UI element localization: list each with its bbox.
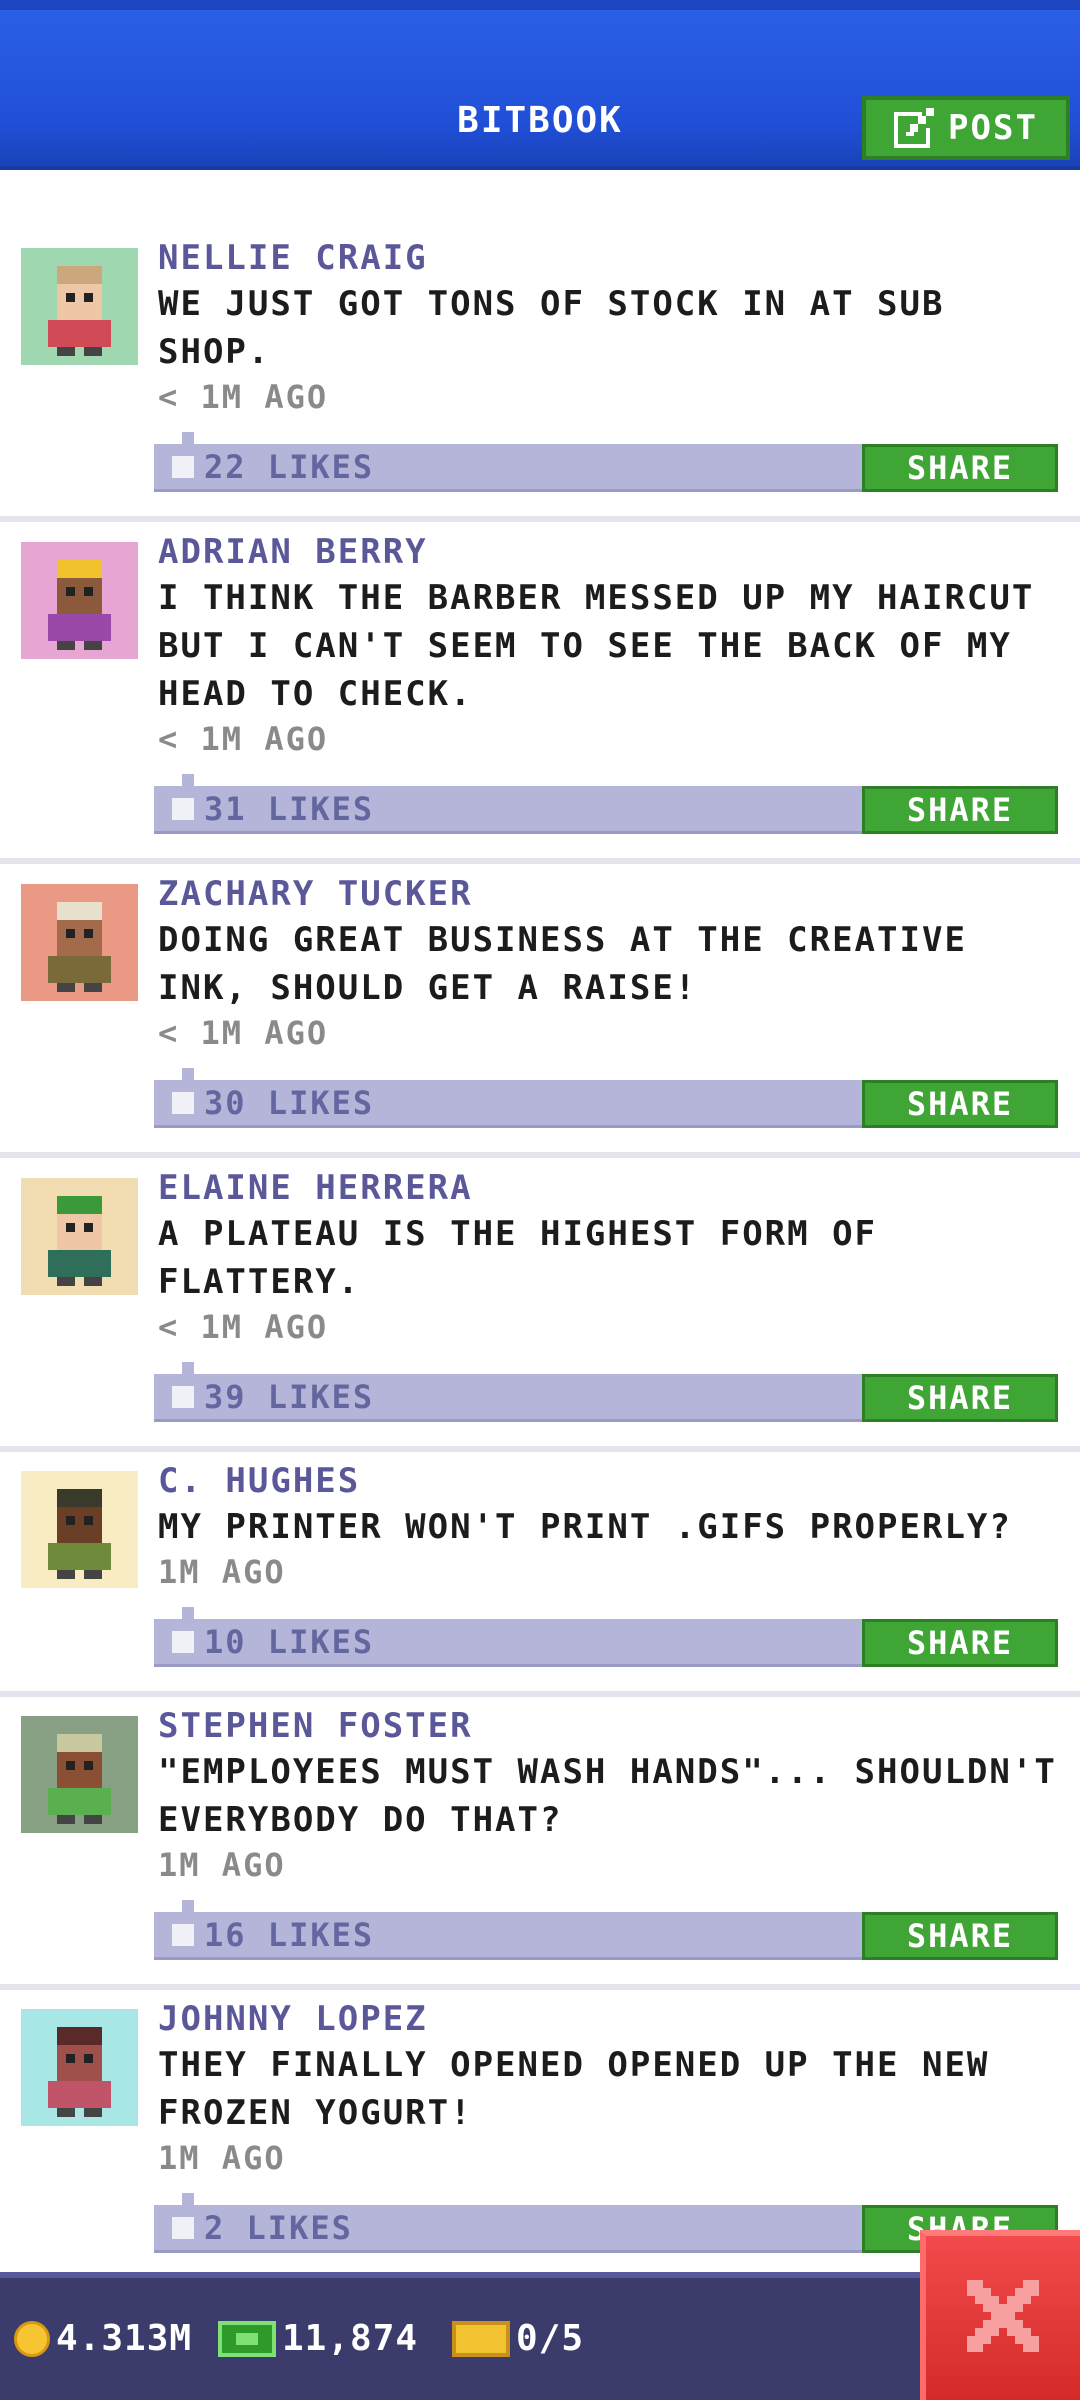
post-author-name[interactable]: ADRIAN BERRY <box>158 532 428 572</box>
post-message: "EMPLOYEES MUST WASH HANDS"... SHOULDN'T… <box>158 1752 1057 1840</box>
avatar[interactable] <box>21 1178 138 1295</box>
avatar[interactable] <box>21 542 138 659</box>
share-button[interactable]: SHARE <box>862 1374 1058 1422</box>
close-icon <box>967 2280 1039 2356</box>
likes-count: 30 LIKES <box>204 1083 375 1122</box>
post-divider <box>0 1152 1080 1158</box>
likes-bar[interactable]: 30 LIKES <box>154 1080 864 1128</box>
share-button[interactable]: SHARE <box>862 786 1058 834</box>
thumbs-up-icon <box>172 1385 194 1408</box>
share-button[interactable]: SHARE <box>862 1912 1058 1960</box>
avatar[interactable] <box>21 248 138 365</box>
avatar[interactable] <box>21 1716 138 1833</box>
post-divider <box>0 858 1080 864</box>
post-author-name[interactable]: STEPHEN FOSTER <box>158 1706 473 1746</box>
coins-stat: 4.313M <box>14 2318 192 2359</box>
thumbs-up-icon <box>172 2216 194 2239</box>
bux-icon <box>218 2320 276 2357</box>
share-button[interactable]: SHARE <box>862 1080 1058 1128</box>
post-message: A PLATEAU IS THE HIGHEST FORM OF FLATTER… <box>158 1214 878 1302</box>
share-button[interactable]: SHARE <box>862 1619 1058 1667</box>
post-message: WE JUST GOT TONS OF STOCK IN AT SUB SHOP… <box>158 284 945 372</box>
avatar[interactable] <box>21 1471 138 1588</box>
post-timestamp: 1M AGO <box>158 1553 286 1591</box>
tickets-stat: 0/5 <box>452 2318 584 2359</box>
thumbs-up-icon <box>172 1630 194 1653</box>
likes-count: 39 LIKES <box>204 1377 375 1416</box>
ticket-icon <box>452 2320 510 2357</box>
post-timestamp: < 1M AGO <box>158 1308 329 1346</box>
close-button[interactable] <box>920 2230 1080 2400</box>
likes-count: 10 LIKES <box>204 1622 375 1661</box>
likes-bar[interactable]: 39 LIKES <box>154 1374 864 1422</box>
bux-stat: 11,874 <box>218 2318 418 2359</box>
thumbs-up-icon <box>172 1091 194 1114</box>
tickets-value: 0/5 <box>516 2318 585 2359</box>
post-divider <box>0 1446 1080 1452</box>
post-author-name[interactable]: C. HUGHES <box>158 1461 360 1501</box>
likes-count: 2 LIKES <box>204 2208 353 2247</box>
likes-bar[interactable]: 10 LIKES <box>154 1619 864 1667</box>
post-divider <box>0 1691 1080 1697</box>
avatar[interactable] <box>21 884 138 1001</box>
coins-value: 4.313M <box>56 2318 193 2359</box>
post-button[interactable]: POST <box>862 96 1070 160</box>
post-divider <box>0 1984 1080 1990</box>
post-message: DOING GREAT BUSINESS AT THE CREATIVE INK… <box>158 920 967 1008</box>
likes-count: 22 LIKES <box>204 447 375 486</box>
likes-bar[interactable]: 31 LIKES <box>154 786 864 834</box>
feed[interactable]: NELLIE CRAIG WE JUST GOT TONS OF STOCK IN… <box>0 170 1080 2272</box>
app-header: BITBOOK POST <box>0 0 1080 170</box>
avatar[interactable] <box>21 2009 138 2126</box>
post-message: I THINK THE BARBER MESSED UP MY HAIRCUT … <box>158 578 1035 714</box>
post-author-name[interactable]: ELAINE HERRERA <box>158 1168 473 1208</box>
likes-bar[interactable]: 2 LIKES <box>154 2205 864 2253</box>
post-timestamp: < 1M AGO <box>158 720 329 758</box>
post-timestamp: < 1M AGO <box>158 378 329 416</box>
coin-icon <box>14 2320 50 2357</box>
edit-icon <box>894 108 935 148</box>
thumbs-up-icon <box>172 797 194 820</box>
post-divider <box>0 516 1080 522</box>
likes-count: 31 LIKES <box>204 789 375 828</box>
share-button[interactable]: SHARE <box>862 444 1058 492</box>
likes-bar[interactable]: 22 LIKES <box>154 444 864 492</box>
status-footer: 4.313M 11,874 0/5 <box>0 2272 1080 2400</box>
post-timestamp: < 1M AGO <box>158 1014 329 1052</box>
thumbs-up-icon <box>172 455 194 478</box>
post-message: MY PRINTER WON'T PRINT .GIFS PROPERLY? <box>158 1507 1012 1547</box>
likes-count: 16 LIKES <box>204 1915 375 1954</box>
thumbs-up-icon <box>172 1923 194 1946</box>
post-button-label: POST <box>948 108 1038 148</box>
post-timestamp: 1M AGO <box>158 1846 286 1884</box>
post-author-name[interactable]: ZACHARY TUCKER <box>158 874 473 914</box>
post-timestamp: 1M AGO <box>158 2139 286 2177</box>
bux-value: 11,874 <box>282 2318 419 2359</box>
likes-bar[interactable]: 16 LIKES <box>154 1912 864 1960</box>
post-author-name[interactable]: JOHNNY LOPEZ <box>158 1999 428 2039</box>
post-author-name[interactable]: NELLIE CRAIG <box>158 238 428 278</box>
post-message: THEY FINALLY OPENED OPENED UP THE NEW FR… <box>158 2045 990 2133</box>
